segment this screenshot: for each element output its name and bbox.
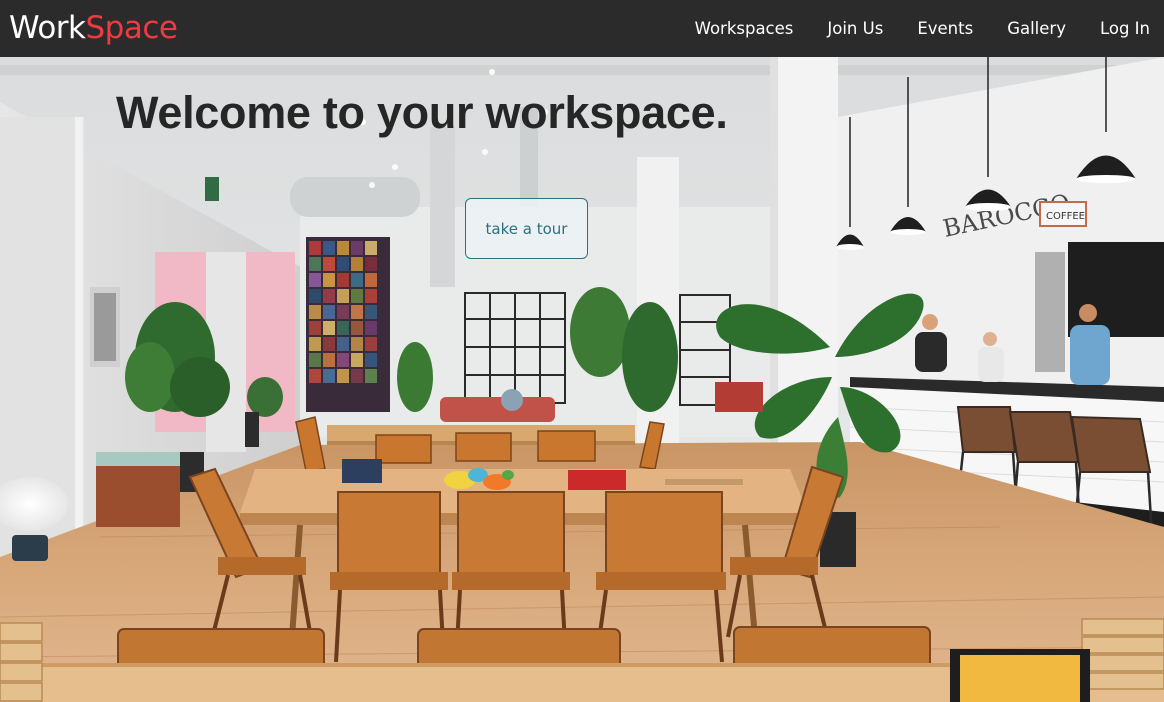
brand-logo[interactable]: WorkSpace bbox=[9, 8, 178, 48]
hero-background-image: BAROCCO COFFEE bbox=[0, 57, 1164, 702]
top-navbar: WorkSpace Workspaces Join Us Events Gall… bbox=[0, 0, 1164, 57]
nav-link-events[interactable]: Events bbox=[917, 19, 973, 38]
nav-link-gallery[interactable]: Gallery bbox=[1007, 19, 1066, 38]
brand-logo-space: Space bbox=[85, 10, 178, 46]
hero-section: BAROCCO COFFEE Welcome to your workspace… bbox=[0, 57, 1164, 702]
brand-logo-work: Work bbox=[9, 10, 86, 46]
nav-link-log-in[interactable]: Log In bbox=[1100, 19, 1150, 38]
nav-links: Workspaces Join Us Events Gallery Log In bbox=[695, 0, 1150, 57]
take-a-tour-button[interactable]: take a tour bbox=[465, 198, 588, 259]
nav-link-join-us[interactable]: Join Us bbox=[827, 19, 883, 38]
nav-link-workspaces[interactable]: Workspaces bbox=[695, 19, 794, 38]
coffee-sign-text: COFFEE bbox=[1046, 211, 1085, 222]
hero-title: Welcome to your workspace. bbox=[116, 87, 728, 138]
